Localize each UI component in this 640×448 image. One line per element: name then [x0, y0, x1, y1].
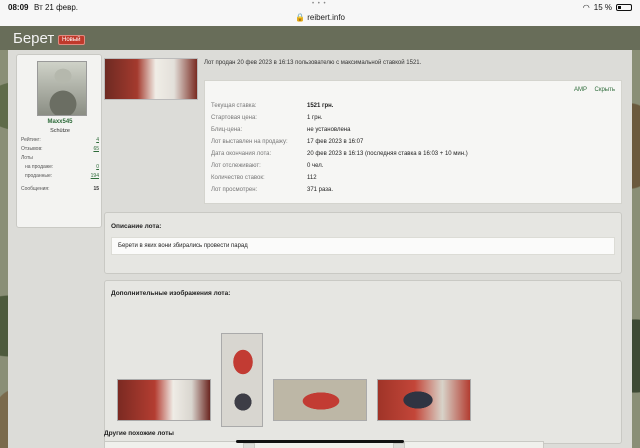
status-time: 08:09 [8, 3, 29, 12]
status-date: Вт 21 февр. [34, 3, 79, 12]
title-bar: Берет Новый [0, 26, 640, 50]
on-sale-label: на продаже: [25, 164, 54, 170]
lot-image-thumbnail[interactable] [273, 379, 367, 421]
lot-main-image[interactable] [104, 58, 198, 100]
messages-label: Сообщения: [21, 186, 50, 192]
lot-image-thumbnail[interactable] [377, 379, 471, 421]
similar-lots-title: Другие похожие лоты [104, 430, 174, 437]
description-section: Описание лота: Берети в яких вони збирал… [104, 212, 622, 274]
sold-value-link[interactable]: 194 [91, 173, 99, 179]
user-messages: Сообщения: 15 [21, 186, 99, 192]
description-body: Берети в яких вони збирались провести па… [111, 237, 615, 255]
user-sold: проданные: 194 [21, 173, 99, 179]
page-title: Берет [13, 30, 55, 47]
lot-row-value: 371 раза. [307, 187, 334, 193]
lot-row-value: 0 чел. [307, 163, 324, 169]
user-on-sale: на продаже: 0 [21, 164, 99, 170]
more-dots-icon[interactable]: • • • [312, 1, 327, 7]
reviews-value-link[interactable]: 65 [93, 146, 99, 152]
user-rating: Рейтинг: 4 [21, 137, 99, 143]
similar-lot-card[interactable] [404, 441, 544, 448]
lot-row-label: Дата окончания лота: [211, 151, 272, 157]
lot-row-value: 20 фев 2023 в 16:13 (последняя ставка в … [307, 151, 468, 157]
lot-row-value: 112 [307, 175, 317, 181]
lots-label: Лоты [21, 155, 33, 161]
reviews-label: Отзывов: [21, 146, 43, 152]
user-lots: Лоты [21, 155, 99, 161]
additional-images-section: Дополнительные изображения лота: [104, 280, 622, 444]
home-indicator[interactable] [236, 440, 404, 443]
lot-row-label: Текущая ставка: [211, 103, 257, 109]
user-reviews: Отзывов: 65 [21, 146, 99, 152]
user-card: Maxx545 Schütze Рейтинг: 4 Отзывов: 65 Л… [16, 54, 102, 228]
lot-links: AMP Скрыть [568, 87, 615, 93]
battery-icon [616, 4, 632, 11]
lot-row-label: Блиц-цена: [211, 127, 243, 133]
lot-details: AMP Скрыть Текущая ставка: 1521 грн. Ста… [204, 80, 622, 204]
hide-link[interactable]: Скрыть [595, 87, 615, 93]
lock-icon: 🔒 [295, 13, 305, 22]
lot-row-label: Количество ставок: [211, 175, 265, 181]
user-rank: Schütze [50, 128, 70, 134]
username-link[interactable]: Maxx545 [17, 119, 103, 125]
lot-image-thumbnail[interactable] [221, 333, 263, 427]
amp-link[interactable]: AMP [574, 87, 587, 93]
status-badge: Новый [58, 35, 85, 45]
lot-row-label: Лот выставлен на продажу: [211, 139, 288, 145]
lot-row-value: 17 фев 2023 в 16:07 [307, 139, 364, 145]
current-bid-value: 1521 грн. [307, 103, 334, 109]
description-title: Описание лота: [111, 223, 162, 230]
address-bar[interactable]: 🔒 reibert.info [0, 13, 640, 22]
lot-row-value: не установлена [307, 127, 351, 133]
rating-label: Рейтинг: [21, 137, 41, 143]
page: Берет Новый Maxx545 Schütze Рейтинг: 4 О… [0, 26, 640, 448]
lot-row-label: Лот отслеживают: [211, 163, 261, 169]
lot-row-label: Лот просмотрен: [211, 187, 258, 193]
lot-image-thumbnail[interactable] [117, 379, 211, 421]
description-text: Берети в яких вони збирались провести па… [118, 243, 248, 249]
wifi-icon: ◠ [582, 3, 590, 12]
additional-images-title: Дополнительные изображения лота: [111, 290, 231, 297]
lot-row-label: Стартовая цена: [211, 115, 257, 121]
messages-value: 15 [93, 186, 99, 192]
avatar[interactable] [37, 61, 87, 116]
address-url: reibert.info [307, 13, 345, 22]
battery-percent: 15 % [593, 3, 612, 12]
rating-value-link[interactable]: 4 [96, 137, 99, 143]
similar-lot-card[interactable] [104, 441, 244, 448]
lot-row-value: 1 грн. [307, 115, 323, 121]
lot-sold-text: Лот продан 20 фев 2023 в 16:13 пользоват… [204, 60, 422, 66]
content-panel: Maxx545 Schütze Рейтинг: 4 Отзывов: 65 Л… [8, 50, 632, 448]
status-bar: 08:09 Вт 21 февр. • • • 🔒 reibert.info ◠… [0, 0, 640, 26]
on-sale-value-link[interactable]: 0 [96, 164, 99, 170]
status-right: ◠ 15 % [583, 3, 632, 12]
sold-label: проданные: [25, 173, 53, 179]
